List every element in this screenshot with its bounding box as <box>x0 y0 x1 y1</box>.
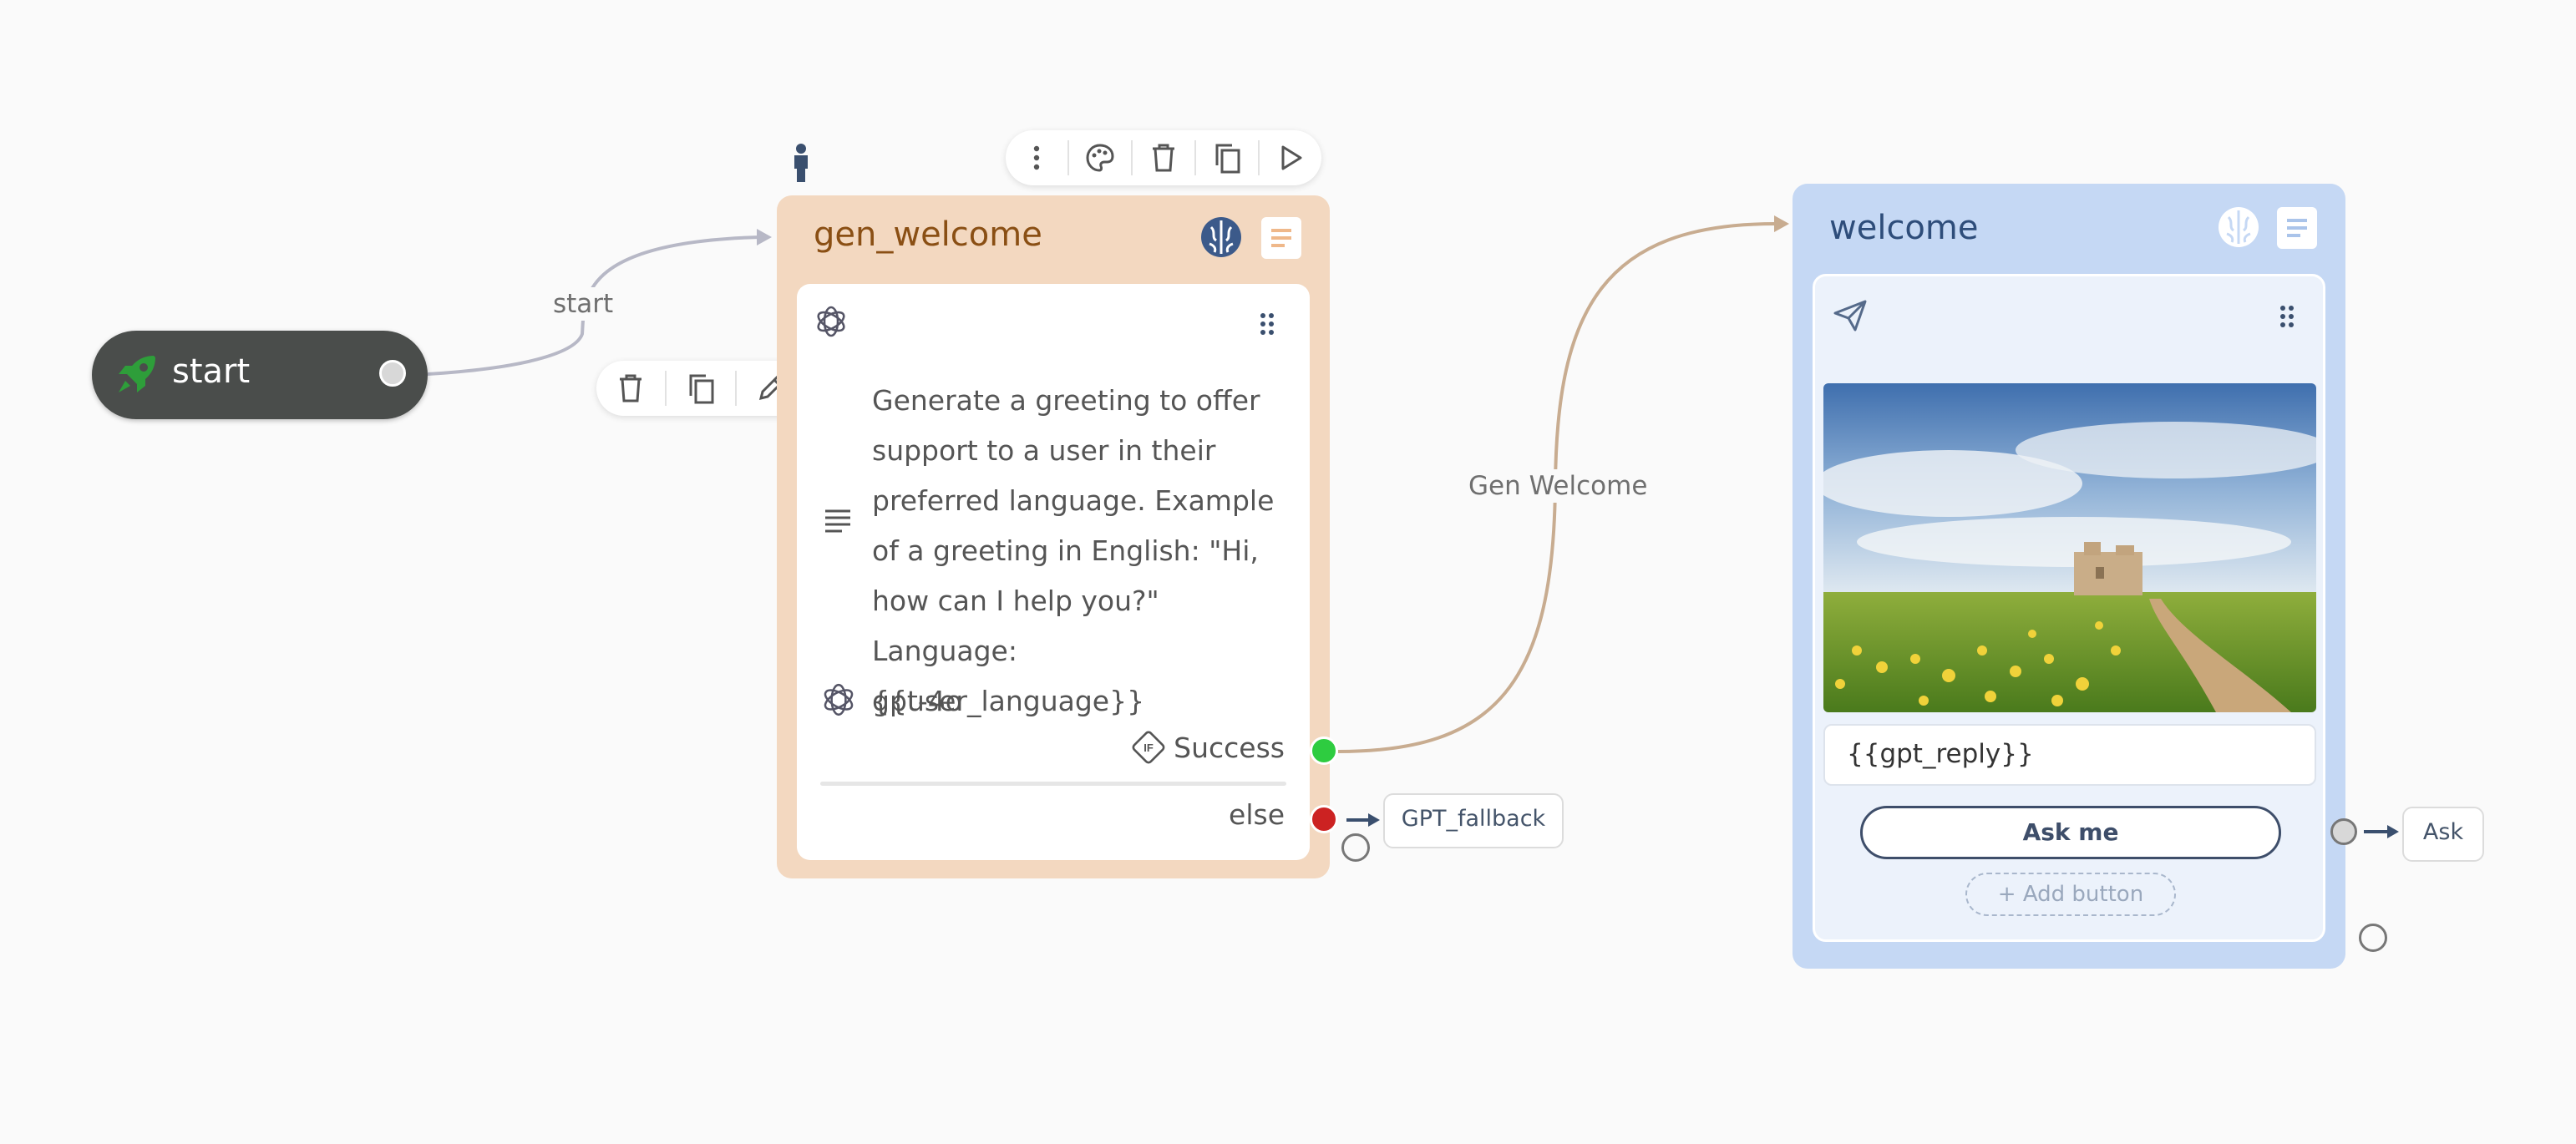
message-block[interactable]: {{gpt_reply}} Ask me + Add button <box>1813 274 2325 942</box>
node-color-button[interactable] <box>1069 130 1131 185</box>
edge-copy-button[interactable] <box>667 361 735 416</box>
openai-icon <box>814 304 849 339</box>
drag-handle-icon[interactable] <box>1260 312 1275 336</box>
success-output-handle[interactable] <box>1310 737 1338 765</box>
add-button[interactable]: + Add button <box>1965 873 2176 916</box>
model-name[interactable]: gpt-4o <box>872 685 962 717</box>
gpt-fallback-link[interactable]: GPT_fallback <box>1383 793 1564 848</box>
document-icon[interactable] <box>2277 207 2317 249</box>
drag-handle-icon[interactable] <box>2279 305 2295 328</box>
success-branch-label: Success <box>1174 731 1285 764</box>
if-condition-icon: IF <box>1129 728 1168 767</box>
welcome-extra-handle[interactable] <box>2359 924 2387 952</box>
start-output-handle[interactable] <box>379 360 406 387</box>
person-icon[interactable] <box>790 144 812 184</box>
document-icon[interactable] <box>1261 217 1301 259</box>
copy-icon <box>1215 144 1240 174</box>
play-icon <box>1281 145 1302 170</box>
palette-icon <box>1086 144 1114 172</box>
start-node[interactable]: start <box>92 331 428 419</box>
gpt-block[interactable]: Generate a greeting to offer support to … <box>797 284 1310 860</box>
edge-toolbar <box>596 361 805 416</box>
welcome-node[interactable]: welcome {{gpt_reply}} Ask me + Add butto… <box>1793 184 2345 969</box>
brain-icon[interactable] <box>2217 205 2260 249</box>
node-toolbar <box>1006 130 1321 185</box>
prompt-text[interactable]: Generate a greeting to offer support to … <box>872 376 1290 726</box>
trash-icon <box>1153 144 1174 172</box>
node-title[interactable]: welcome <box>1829 209 1978 247</box>
edge-delete-button[interactable] <box>596 361 665 416</box>
text-lines-icon <box>824 508 852 533</box>
send-icon <box>1833 300 1867 332</box>
ask-button-output-handle[interactable] <box>2330 818 2357 845</box>
gen-welcome-extra-handle[interactable] <box>1341 833 1370 862</box>
copy-icon <box>689 374 714 404</box>
landscape-image[interactable] <box>1823 383 2316 712</box>
node-more-button[interactable] <box>1006 130 1067 185</box>
openai-model-icon <box>820 681 857 718</box>
node-title[interactable]: gen_welcome <box>814 215 1042 254</box>
branch-divider <box>820 782 1286 786</box>
trash-icon <box>620 374 641 402</box>
node-delete-button[interactable] <box>1133 130 1194 185</box>
node-copy-button[interactable] <box>1196 130 1258 185</box>
else-branch-label: else <box>1229 798 1285 831</box>
message-text-field[interactable]: {{gpt_reply}} <box>1823 724 2316 786</box>
else-output-handle[interactable] <box>1310 805 1338 833</box>
ask-link-arrow <box>2387 825 2399 838</box>
else-link-arrow <box>1368 813 1380 827</box>
gen-welcome-node[interactable]: gen_welcome Generate a greeting to offer… <box>777 195 1330 878</box>
ask-me-button[interactable]: Ask me <box>1860 806 2281 859</box>
start-node-label: start <box>172 352 251 391</box>
edge-label-start[interactable]: start <box>548 287 619 321</box>
edge-gen-welcome-arrow <box>1774 215 1789 232</box>
edge-start-arrow <box>757 229 772 246</box>
brain-icon[interactable] <box>1199 215 1243 259</box>
svg-text:IF: IF <box>1143 742 1154 754</box>
more-vertical-icon <box>1033 145 1040 170</box>
node-run-button[interactable] <box>1260 130 1321 185</box>
rocket-icon <box>114 351 160 397</box>
ask-link[interactable]: Ask <box>2402 807 2484 862</box>
edge-label-gen-welcome[interactable]: Gen Welcome <box>1463 469 1653 503</box>
